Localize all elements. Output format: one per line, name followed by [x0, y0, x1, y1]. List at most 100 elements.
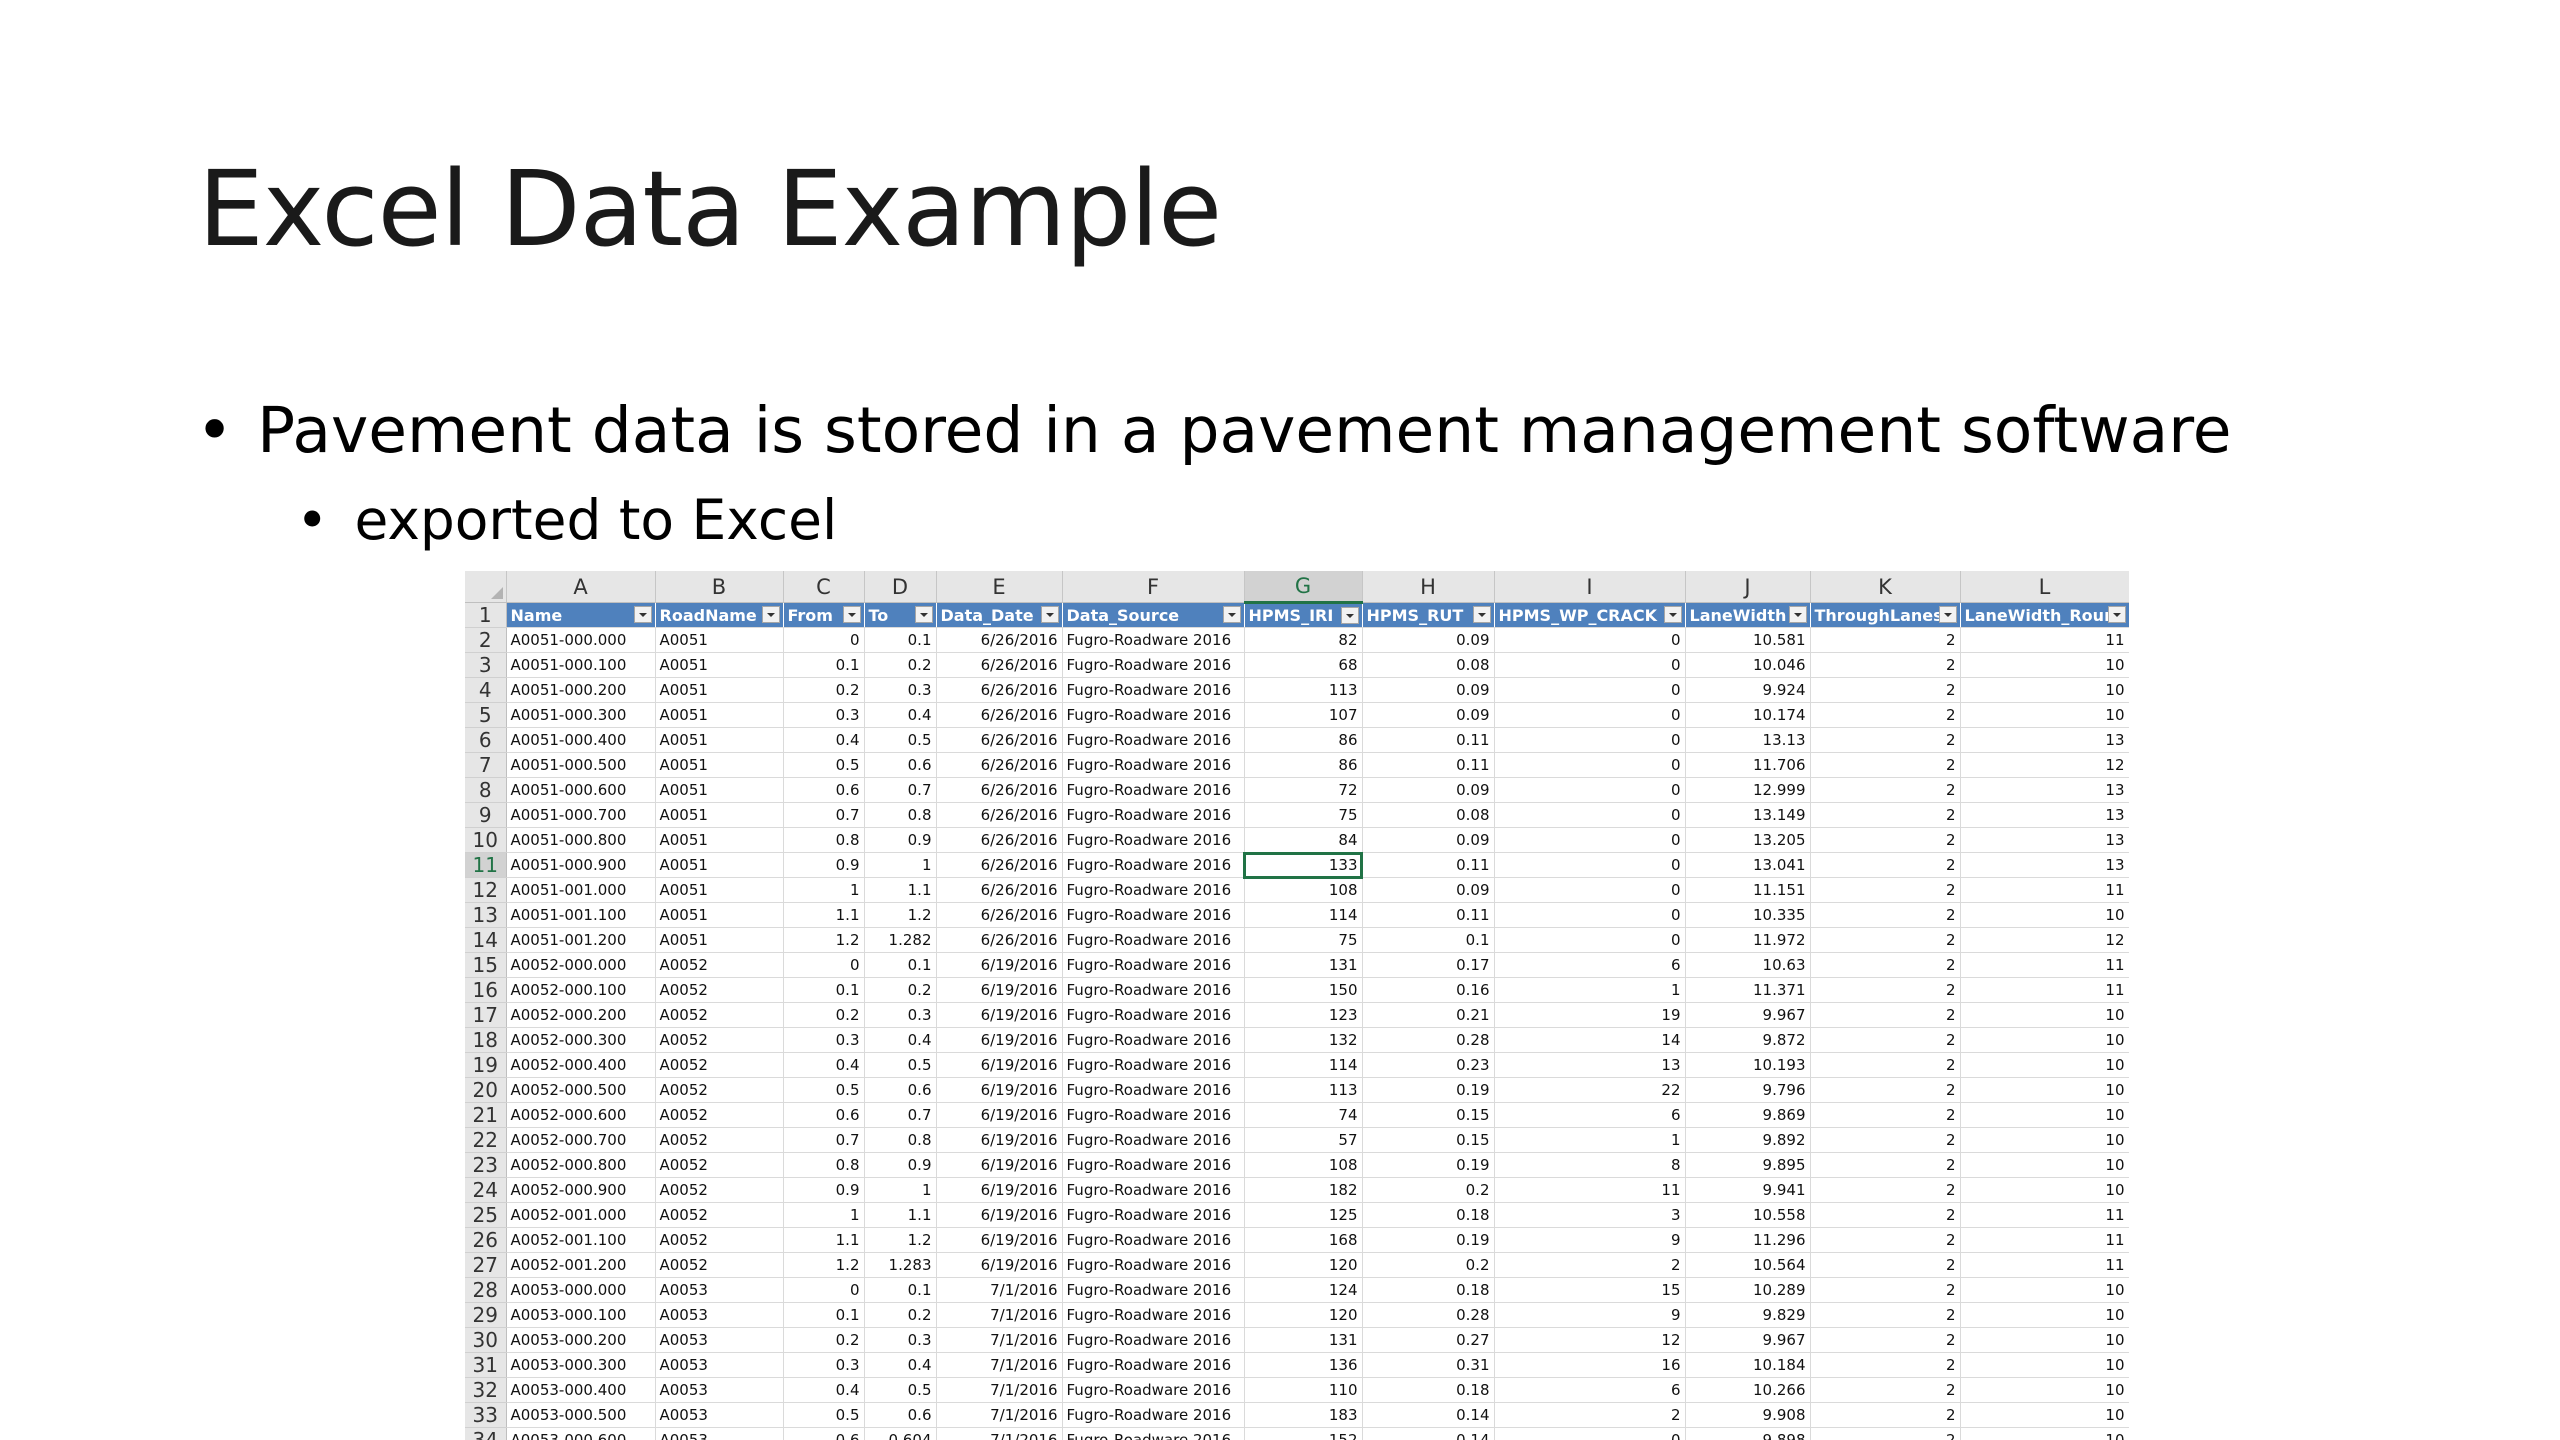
table-cell[interactable]: 0.4: [783, 727, 865, 753]
table-cell[interactable]: Fugro-Roadware 2016: [1062, 702, 1245, 728]
table-cell[interactable]: 2: [1810, 1052, 1961, 1078]
table-cell[interactable]: 6/26/2016: [936, 902, 1063, 928]
table-cell[interactable]: 132: [1244, 1027, 1363, 1053]
column-header-b[interactable]: B: [655, 571, 784, 603]
table-cell[interactable]: 9.829: [1685, 1302, 1811, 1328]
table-cell[interactable]: A0051-001.100: [506, 902, 656, 928]
table-cell[interactable]: 124: [1244, 1277, 1363, 1303]
table-cell[interactable]: 0.6: [783, 1427, 865, 1440]
row-number[interactable]: 6: [465, 727, 507, 753]
table-cell[interactable]: 0.17: [1362, 952, 1495, 978]
table-cell[interactable]: 0.1: [783, 977, 865, 1003]
table-cell[interactable]: A0052: [655, 1152, 784, 1178]
filter-dropdown-icon[interactable]: [1340, 607, 1359, 624]
table-cell[interactable]: 0.27: [1362, 1327, 1495, 1353]
row-number[interactable]: 17: [465, 1002, 507, 1028]
table-cell[interactable]: 2: [1810, 677, 1961, 703]
table-cell[interactable]: 6/26/2016: [936, 777, 1063, 803]
table-cell[interactable]: 10.564: [1685, 1252, 1811, 1278]
table-cell[interactable]: A0052: [655, 1252, 784, 1278]
table-cell[interactable]: A0053: [655, 1377, 784, 1403]
table-cell[interactable]: 0.3: [783, 702, 865, 728]
table-cell[interactable]: 2: [1810, 902, 1961, 928]
table-cell[interactable]: 2: [1810, 1127, 1961, 1153]
table-cell[interactable]: 0.19: [1362, 1227, 1495, 1253]
table-cell[interactable]: A0051-000.700: [506, 802, 656, 828]
table-cell[interactable]: 0.08: [1362, 652, 1495, 678]
table-cell[interactable]: 10: [1960, 1327, 2129, 1353]
table-cell[interactable]: 9.872: [1685, 1027, 1811, 1053]
table-cell[interactable]: 108: [1244, 1152, 1363, 1178]
table-cell[interactable]: 2: [1810, 1252, 1961, 1278]
table-cell[interactable]: 0: [1494, 677, 1686, 703]
table-cell[interactable]: 7/1/2016: [936, 1277, 1063, 1303]
table-cell[interactable]: 6/19/2016: [936, 1102, 1063, 1128]
table-cell[interactable]: 11.296: [1685, 1227, 1811, 1253]
table-cell[interactable]: 13.149: [1685, 802, 1811, 828]
table-cell[interactable]: A0052-000.700: [506, 1127, 656, 1153]
table-cell[interactable]: 2: [1810, 927, 1961, 953]
table-cell[interactable]: A0052: [655, 977, 784, 1003]
table-cell[interactable]: 1.2: [864, 1227, 937, 1253]
row-number[interactable]: 23: [465, 1152, 507, 1178]
table-cell[interactable]: Fugro-Roadware 2016: [1062, 752, 1245, 778]
table-cell[interactable]: 10.193: [1685, 1052, 1811, 1078]
table-cell[interactable]: 2: [1810, 1427, 1961, 1440]
table-cell[interactable]: Fugro-Roadware 2016: [1062, 1027, 1245, 1053]
table-cell[interactable]: 2: [1810, 627, 1961, 653]
table-cell[interactable]: 0.7: [864, 777, 937, 803]
table-cell[interactable]: A0051: [655, 677, 784, 703]
table-cell[interactable]: A0052: [655, 1002, 784, 1028]
table-cell[interactable]: 10: [1960, 702, 2129, 728]
table-cell[interactable]: 2: [1810, 1152, 1961, 1178]
table-cell[interactable]: 2: [1810, 1202, 1961, 1228]
row-number[interactable]: 33: [465, 1402, 507, 1428]
table-cell[interactable]: 86: [1244, 727, 1363, 753]
table-cell[interactable]: 10.289: [1685, 1277, 1811, 1303]
table-cell[interactable]: 13: [1960, 827, 2129, 853]
table-cell[interactable]: 0.14: [1362, 1402, 1495, 1428]
table-cell[interactable]: 10: [1960, 902, 2129, 928]
table-cell[interactable]: A0052-000.400: [506, 1052, 656, 1078]
table-cell[interactable]: 0.11: [1362, 727, 1495, 753]
table-cell[interactable]: 0.8: [864, 802, 937, 828]
table-cell[interactable]: 11: [1960, 1227, 2129, 1253]
table-cell[interactable]: Fugro-Roadware 2016: [1062, 1402, 1245, 1428]
table-cell[interactable]: A0053: [655, 1402, 784, 1428]
table-cell[interactable]: 0.5: [783, 1402, 865, 1428]
filter-dropdown-icon[interactable]: [1938, 606, 1957, 623]
table-cell[interactable]: A0053: [655, 1327, 784, 1353]
table-cell[interactable]: A0051-000.900: [506, 852, 656, 878]
table-cell[interactable]: 0.16: [1362, 977, 1495, 1003]
table-cell[interactable]: 0.3: [783, 1352, 865, 1378]
table-cell[interactable]: Fugro-Roadware 2016: [1062, 1177, 1245, 1203]
table-cell[interactable]: 0.604: [864, 1427, 937, 1440]
table-cell[interactable]: 82: [1244, 627, 1363, 653]
active-cell[interactable]: 133: [1243, 851, 1363, 879]
table-cell[interactable]: 110: [1244, 1377, 1363, 1403]
table-cell[interactable]: A0053-000.100: [506, 1302, 656, 1328]
table-cell[interactable]: 13.13: [1685, 727, 1811, 753]
table-cell[interactable]: 108: [1244, 877, 1363, 903]
row-number[interactable]: 8: [465, 777, 507, 803]
table-cell[interactable]: 2: [1810, 652, 1961, 678]
table-cell[interactable]: 74: [1244, 1102, 1363, 1128]
row-number[interactable]: 14: [465, 927, 507, 953]
table-cell[interactable]: 0.1: [1362, 927, 1495, 953]
table-cell[interactable]: 6/26/2016: [936, 752, 1063, 778]
table-cell[interactable]: 1.2: [783, 927, 865, 953]
table-cell[interactable]: 6/19/2016: [936, 1002, 1063, 1028]
table-cell[interactable]: 7/1/2016: [936, 1352, 1063, 1378]
table-cell[interactable]: 6/19/2016: [936, 1027, 1063, 1053]
table-cell[interactable]: A0052-000.800: [506, 1152, 656, 1178]
table-cell[interactable]: 10: [1960, 1302, 2129, 1328]
table-cell[interactable]: A0051: [655, 777, 784, 803]
table-cell[interactable]: 10.581: [1685, 627, 1811, 653]
table-cell[interactable]: 0: [1494, 852, 1686, 878]
table-cell[interactable]: 2: [1810, 702, 1961, 728]
table-cell[interactable]: Fugro-Roadware 2016: [1062, 677, 1245, 703]
table-cell[interactable]: A0053-000.500: [506, 1402, 656, 1428]
table-cell[interactable]: 0.1: [783, 652, 865, 678]
table-cell[interactable]: 0.09: [1362, 827, 1495, 853]
table-cell[interactable]: 11.706: [1685, 752, 1811, 778]
